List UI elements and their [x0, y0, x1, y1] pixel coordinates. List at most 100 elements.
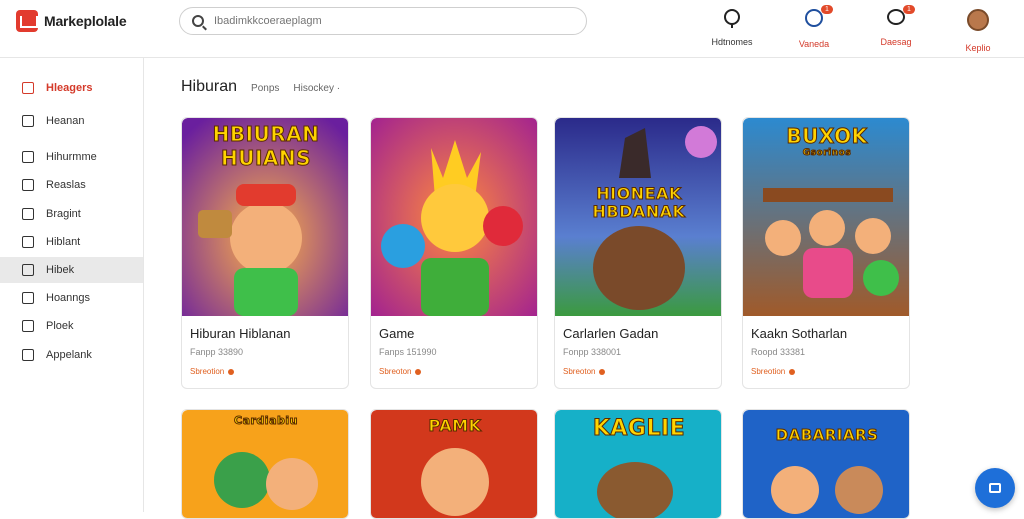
home-icon: [22, 82, 34, 94]
notifications-action[interactable]: Hdtnomes: [704, 6, 760, 53]
card-title: Game: [379, 326, 415, 341]
artwork-title: HBIURAN: [212, 122, 320, 147]
sidebar-item-9[interactable]: Ploek: [0, 313, 143, 339]
document-icon: [22, 236, 34, 248]
artwork-subtitle: HBDANAK: [592, 202, 686, 222]
sidebar-item-7[interactable]: Hibek: [0, 257, 143, 283]
top-actions: Hdtnomes 1 Vaneda 1 Daesag Keplio: [704, 5, 1006, 53]
sidebar-item-label: Bragint: [46, 208, 81, 220]
sidebar-item-8[interactable]: Hoanngs: [0, 285, 143, 311]
sidebar-item-label: Hibek: [46, 264, 75, 276]
notifications-label: Hdtnomes: [711, 37, 753, 47]
sidebar-item-2[interactable]: Heanan: [0, 108, 143, 134]
game-card-2[interactable]: Game Fanps 151990 Sbreoton: [370, 117, 538, 389]
sidebar-item-5[interactable]: Bragint: [0, 201, 143, 227]
notification-icon: [724, 9, 740, 28]
artwork-title: HIONEAK: [596, 184, 682, 204]
floating-action-button[interactable]: [975, 468, 1015, 508]
game-artwork: [371, 118, 537, 316]
brand-name: Markeplolale: [44, 13, 127, 29]
sidebar-item-label: Hleagers: [46, 82, 93, 94]
game-artwork: HIONEAK HBDANAK: [555, 118, 721, 316]
card-tag-label: Sbreotion: [190, 367, 225, 376]
page-title: Hiburan: [181, 78, 238, 95]
game-artwork: HBIURAN HUIANS: [182, 118, 348, 316]
sidebar-item-10[interactable]: Appelank: [0, 342, 143, 368]
sidebar-item-4[interactable]: Reaslas: [0, 172, 143, 198]
language-action[interactable]: 1 Vaneda: [786, 5, 842, 53]
card-tag: Sbreotion: [190, 367, 235, 376]
sidebar-item-home[interactable]: Hleagers: [0, 75, 143, 101]
grid-icon: [22, 115, 34, 127]
chat-icon: 1: [887, 5, 915, 25]
tab-hisockey[interactable]: Hisockey ·: [293, 83, 340, 94]
sidebar-item-3[interactable]: Hihurmme: [0, 144, 143, 170]
card-meta: Fanpp 33890: [190, 347, 244, 357]
artwork-title: BUXOK: [786, 124, 868, 149]
game-artwork: Cardiabiu: [182, 410, 348, 518]
app-icon: [22, 349, 34, 361]
card-title: Carlarlen Gadan: [563, 326, 659, 341]
game-card-8[interactable]: DABARIARS: [742, 409, 910, 519]
tag-icon: [22, 208, 34, 220]
artwork-title: PAMK: [428, 416, 482, 436]
search-bar[interactable]: [179, 7, 587, 35]
card-tag: Sbreoton: [379, 367, 422, 376]
globe-icon: 1: [805, 5, 833, 27]
tag-dot-icon: [228, 368, 235, 375]
tag-dot-icon: [789, 368, 796, 375]
artwork-title: Cardiabiu: [234, 414, 298, 428]
game-card-3[interactable]: HIONEAK HBDANAK Carlarlen Gadan Fonpp 33…: [554, 117, 722, 389]
game-artwork: PAMK: [371, 410, 537, 518]
sidebar-item-label: Reaslas: [46, 179, 86, 191]
card-meta: Fonpp 338001: [563, 347, 622, 357]
avatar-icon: [967, 9, 989, 31]
tag-dot-icon: [599, 368, 606, 375]
game-card-7[interactable]: KAGLIE: [554, 409, 722, 519]
sidebar-item-label: Hiblant: [46, 236, 81, 248]
artwork-subtitle: HUIANS: [220, 146, 312, 171]
sidebar-item-6[interactable]: Hiblant: [0, 229, 143, 255]
sidebar-item-label: Hoanngs: [46, 292, 91, 304]
list-icon: [22, 151, 34, 163]
sidebar-item-label: Heanan: [46, 115, 85, 127]
card-tag-label: Sbreoton: [563, 367, 596, 376]
search-input[interactable]: [214, 15, 554, 27]
brand-logo-icon: [16, 10, 38, 32]
sidebar: Hleagers Heanan Hihurmme Reaslas Bragint…: [0, 58, 144, 512]
tab-ponps[interactable]: Ponps: [251, 83, 279, 94]
card-tag: Sbreotion: [751, 367, 796, 376]
game-artwork: DABARIARS: [743, 410, 909, 518]
game-card-6[interactable]: PAMK: [370, 409, 538, 519]
game-card-4[interactable]: BUXOK Gsorinos Kaakn Sotharlan Roopd 333…: [742, 117, 910, 389]
artwork-title: DABARIARS: [775, 426, 879, 445]
card-tag-label: Sbreotion: [751, 367, 786, 376]
profile-action[interactable]: Keplio: [950, 6, 1006, 53]
globe-badge: 1: [821, 5, 833, 14]
card-title: Kaakn Sotharlan: [751, 326, 848, 341]
card-meta: Roopd 33381: [751, 347, 806, 357]
search-icon: [192, 15, 204, 27]
tag-dot-icon: [415, 368, 422, 375]
sidebar-item-label: Hihurmme: [46, 151, 97, 163]
card-title: Hiburan Hiblanan: [190, 326, 291, 341]
chat-badge: 1: [903, 5, 915, 14]
settings-icon: [22, 292, 34, 304]
box-icon: [22, 179, 34, 191]
compose-icon: [989, 483, 1001, 493]
book-icon: [22, 264, 34, 276]
artwork-subtitle: Gsorinos: [802, 148, 852, 159]
messages-label: Daesag: [880, 37, 912, 47]
brand[interactable]: Markeplolale: [16, 10, 127, 32]
top-bar: Markeplolale Hdtnomes 1 Vaneda 1 Daesag …: [0, 0, 1024, 58]
game-card-5[interactable]: Cardiabiu: [181, 409, 349, 519]
card-tag: Sbreoton: [563, 367, 606, 376]
card-tag-label: Sbreoton: [379, 367, 412, 376]
messages-action[interactable]: 1 Daesag: [868, 5, 924, 53]
sidebar-item-label: Ploek: [46, 320, 74, 332]
game-artwork: BUXOK Gsorinos: [743, 118, 909, 316]
game-card-1[interactable]: HBIURAN HUIANS Hiburan Hiblanan Fanpp 33…: [181, 117, 349, 389]
profile-label: Keplio: [965, 43, 991, 53]
sidebar-item-label: Appelank: [46, 349, 92, 361]
main-heading: Hiburan Ponps Hisockey ·: [181, 78, 340, 96]
